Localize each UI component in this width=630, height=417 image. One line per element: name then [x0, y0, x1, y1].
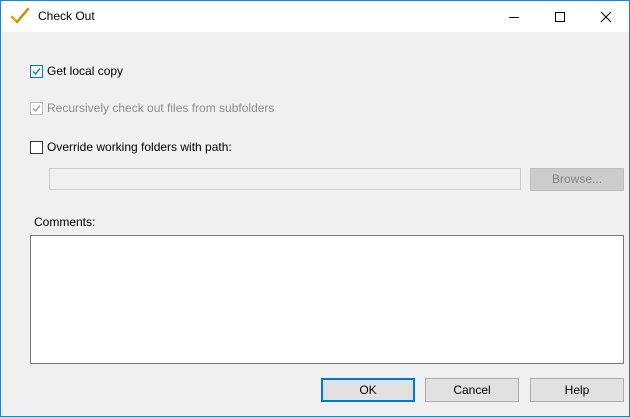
maximize-button[interactable]	[537, 1, 583, 32]
cancel-button[interactable]: Cancel	[425, 378, 519, 402]
browse-button: Browse...	[530, 168, 624, 191]
title-bar[interactable]: Check Out	[1, 1, 629, 32]
override-working-folders-checkbox[interactable]	[30, 141, 43, 154]
minimize-button[interactable]	[491, 1, 537, 32]
help-button[interactable]: Help	[530, 378, 624, 402]
checkmark-icon	[32, 68, 41, 76]
minimize-icon	[509, 16, 519, 18]
working-folder-path-input	[49, 168, 521, 190]
comments-textarea[interactable]	[30, 235, 624, 364]
checkmark-icon	[32, 105, 41, 113]
get-local-copy-checkbox[interactable]	[30, 65, 43, 78]
close-button[interactable]	[583, 1, 629, 32]
ok-button[interactable]: OK	[321, 378, 415, 402]
close-icon	[600, 11, 612, 22]
override-working-folders-label[interactable]: Override working folders with path:	[47, 140, 232, 154]
maximize-icon	[555, 11, 565, 22]
checkmark-pencil-icon	[10, 7, 30, 24]
recursive-checkout-checkbox	[30, 102, 43, 115]
get-local-copy-label[interactable]: Get local copy	[47, 64, 123, 78]
comments-label: Comments:	[34, 215, 96, 229]
recursive-checkout-label: Recursively check out files from subfold…	[47, 101, 275, 115]
check-out-dialog: Check Out Get local copy Recursively che…	[0, 0, 630, 417]
window-title: Check Out	[38, 9, 95, 23]
